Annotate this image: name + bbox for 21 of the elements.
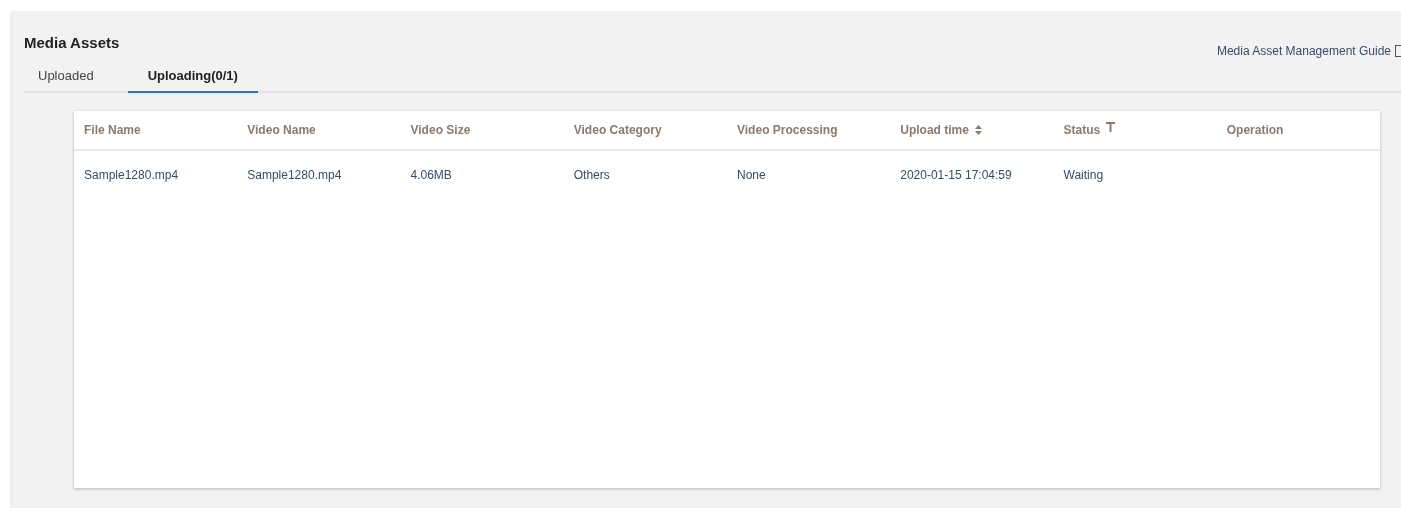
page-title: Media Assets <box>24 33 120 53</box>
column-header: Video Name <box>247 121 316 139</box>
filter-icon[interactable] <box>1106 121 1116 132</box>
tab[interactable]: Uploading(0/1) <box>127 60 258 93</box>
column-header: Video Size <box>410 121 471 139</box>
column-header: File Name <box>84 121 141 139</box>
table-cell-text: Waiting <box>1063 166 1104 184</box>
table-cell-text: 2020-01-15 17:04:59 <box>900 166 1012 184</box>
table-cell-text: None <box>737 166 766 184</box>
column-header: Video Category <box>573 121 662 139</box>
column-header: Operation <box>1226 121 1284 139</box>
column-header: Status <box>1063 121 1101 139</box>
column-header: Video Processing <box>737 121 838 139</box>
tab[interactable]: Uploaded <box>24 60 108 93</box>
sort-icon[interactable] <box>974 124 982 135</box>
table-cell-text: Sample1280.mp4 <box>247 166 342 184</box>
guide-link[interactable]: Media Asset Management Guide <box>1216 42 1391 60</box>
table-cell-text: Others <box>573 166 610 184</box>
table-cell-text: 4.06MB <box>410 166 452 184</box>
table-cell-text: Sample1280.mp4 <box>84 166 179 184</box>
column-header: Upload time <box>900 121 969 139</box>
